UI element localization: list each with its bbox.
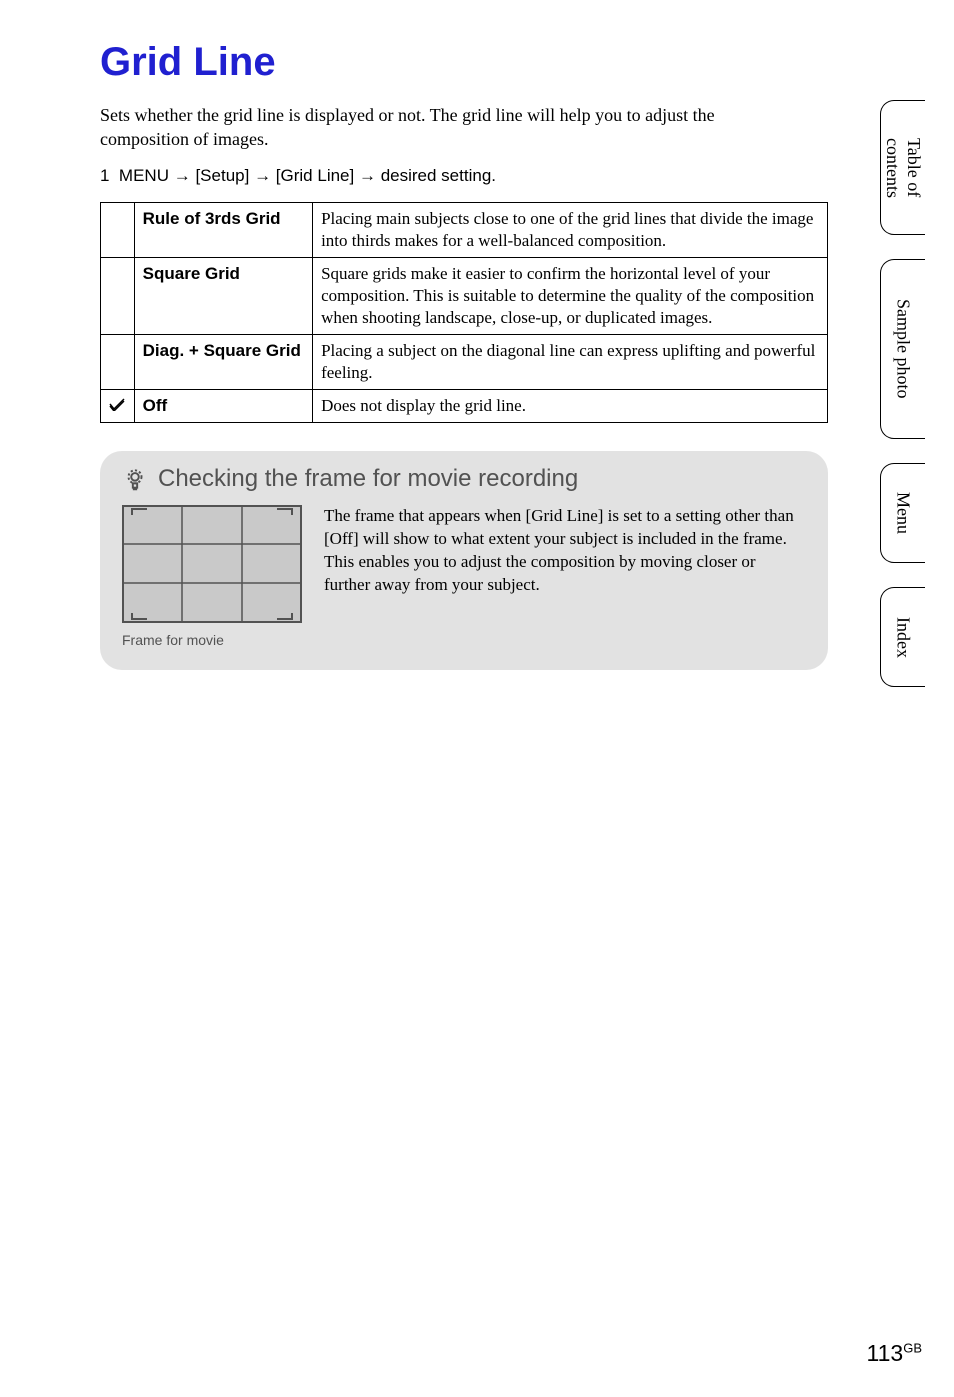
check-cell [101,390,135,423]
step-part-setup: [Setup] [195,166,249,185]
frame-figure: Frame for movie [122,505,302,648]
page-suffix: GB [903,1340,922,1355]
check-cell [101,257,135,334]
option-name: Square Grid [134,257,312,334]
table-row: Off Does not display the grid line. [101,390,828,423]
menu-step: 1 MENU → [Setup] → [Grid Line] → desired… [100,166,834,186]
check-icon [109,397,125,411]
tab-sample-photo[interactable]: Sample photo [880,259,925,439]
check-cell [101,202,135,257]
options-table: Rule of 3rds Grid Placing main subjects … [100,202,828,424]
table-row: Square Grid Square grids make it easier … [101,257,828,334]
option-name: Rule of 3rds Grid [134,202,312,257]
frame-grid-icon [122,505,302,623]
option-name: Off [134,390,312,423]
tip-heading-text: Checking the frame for movie recording [158,465,578,493]
tab-table-of-contents[interactable]: Table of contents [880,100,925,235]
step-prefix: MENU [119,166,169,185]
step-number: 1 [100,166,109,185]
option-desc: Does not display the grid line. [313,390,828,423]
table-row: Diag. + Square Grid Placing a subject on… [101,335,828,390]
intro-text: Sets whether the grid line is displayed … [100,103,804,152]
tip-heading: Checking the frame for movie recording [122,465,806,493]
lightbulb-icon [122,466,148,492]
option-desc: Square grids make it easier to confirm t… [313,257,828,334]
option-name: Diag. + Square Grid [134,335,312,390]
step-part-gridline: [Grid Line] [276,166,354,185]
page-number-value: 113 [867,1340,904,1366]
page-number: 113GB [867,1340,922,1367]
tip-body: Frame for movie The frame that appears w… [122,505,806,648]
check-cell [101,335,135,390]
tab-index[interactable]: Index [880,587,925,687]
side-tabs: Table of contents Sample photo Menu Inde… [880,100,925,687]
option-desc: Placing main subjects close to one of th… [313,202,828,257]
step-part-setting: desired setting. [381,166,496,185]
page-title: Grid Line [100,40,954,85]
option-desc: Placing a subject on the diagonal line c… [313,335,828,390]
arrow-icon: → [254,166,271,185]
tip-box: Checking the frame for movie recording F… [100,451,828,670]
tab-menu[interactable]: Menu [880,463,925,563]
arrow-icon: → [359,166,376,185]
tip-text: The frame that appears when [Grid Line] … [324,505,806,597]
frame-caption: Frame for movie [122,632,302,648]
arrow-icon: → [174,166,191,185]
table-row: Rule of 3rds Grid Placing main subjects … [101,202,828,257]
